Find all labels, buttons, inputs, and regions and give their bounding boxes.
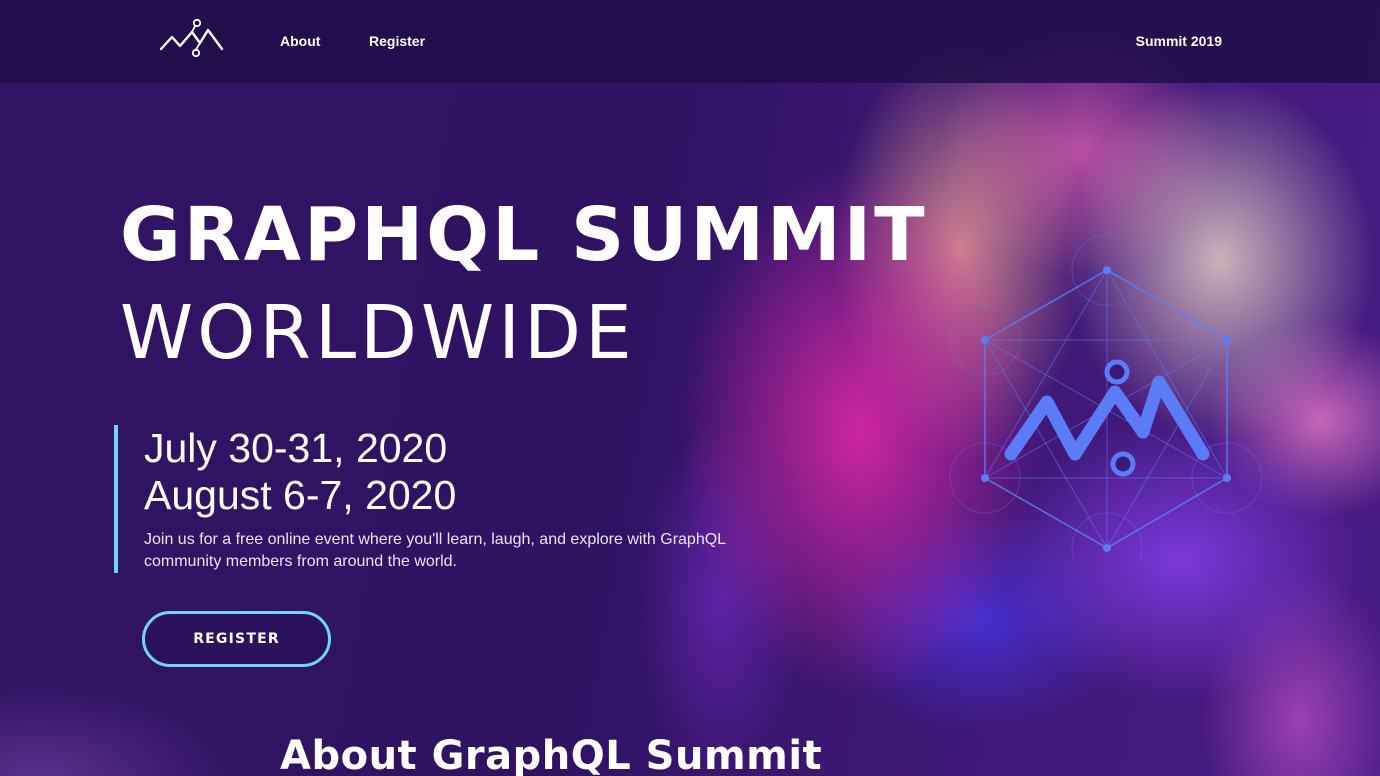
hero-subtitle: WORLDWIDE [120, 290, 636, 376]
nav-link-register[interactable]: Register [369, 33, 425, 49]
register-button[interactable]: REGISTER [142, 611, 331, 667]
event-date-1: July 30-31, 2020 [144, 425, 448, 471]
nav-link-about[interactable]: About [280, 33, 320, 49]
event-date-2: August 6-7, 2020 [144, 472, 457, 518]
hero-title: GRAPHQL SUMMIT [120, 192, 928, 278]
event-dates-block: July 30-31, 2020 August 6-7, 2020 Join u… [114, 425, 734, 573]
about-section-heading: About GraphQL Summit [280, 733, 823, 776]
event-description: Join us for a free online event where yo… [144, 531, 726, 570]
nav-link-summit-2019[interactable]: Summit 2019 [1136, 33, 1222, 49]
summit-logo-icon[interactable] [158, 18, 228, 58]
top-navigation-bar: About Register Summit 2019 [0, 0, 1380, 83]
summit-hexagon-graphic-icon [945, 230, 1270, 584]
